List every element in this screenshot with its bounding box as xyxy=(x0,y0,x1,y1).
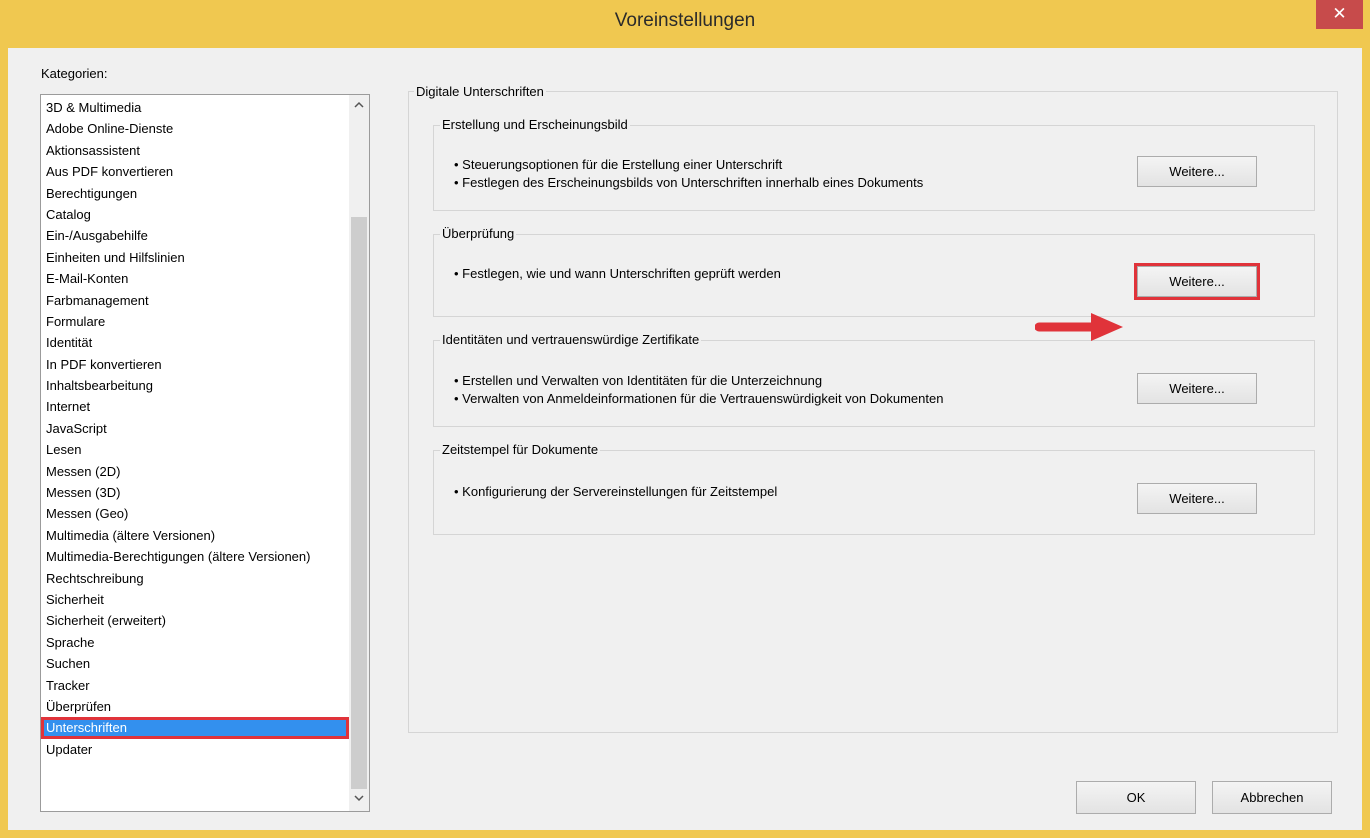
timestamps-more-button[interactable]: Weitere... xyxy=(1137,483,1257,514)
categories-items: 3D & Multimedia Adobe Online-Dienste Aktio… xyxy=(41,97,349,760)
category-item[interactable]: Multimedia (ältere Versionen) xyxy=(41,525,349,546)
category-item[interactable]: E-Mail-Konten xyxy=(41,268,349,289)
category-item[interactable]: Messen (Geo) xyxy=(41,503,349,524)
category-item[interactable]: Inhaltsbearbeitung xyxy=(41,375,349,396)
scrollbar-thumb[interactable] xyxy=(351,217,367,789)
category-item[interactable]: Suchen xyxy=(41,653,349,674)
chevron-down-icon[interactable] xyxy=(349,791,369,809)
category-item[interactable]: Einheiten und Hilfslinien xyxy=(41,247,349,268)
close-button[interactable]: ✕ xyxy=(1316,0,1363,29)
verification-more-button[interactable]: Weitere... xyxy=(1134,263,1260,300)
section-title: Überprüfung xyxy=(440,226,517,241)
section-timestamps: Zeitstempel für Dokumente • Konfigurieru… xyxy=(433,442,1315,535)
category-item[interactable]: Berechtigungen xyxy=(41,183,349,204)
section-verification: Überprüfung • Festlegen, wie und wann Un… xyxy=(433,226,1315,317)
preferences-dialog: Voreinstellungen ✕ Kategorien: 3D & Mult… xyxy=(0,0,1370,838)
category-item[interactable]: Sprache xyxy=(41,632,349,653)
category-item[interactable]: Formulare xyxy=(41,311,349,332)
title-bar[interactable]: Voreinstellungen ✕ xyxy=(0,0,1370,48)
category-item[interactable]: Ein-/Ausgabehilfe xyxy=(41,225,349,246)
categories-scrollbar[interactable] xyxy=(349,95,369,811)
category-item[interactable]: Sicherheit xyxy=(41,589,349,610)
dialog-client-area: Kategorien: 3D & Multimedia Adobe Online-… xyxy=(8,48,1362,830)
section-creation-appearance: Erstellung und Erscheinungsbild • Steuer… xyxy=(433,117,1315,211)
category-item[interactable]: Messen (2D) xyxy=(41,461,349,482)
category-item[interactable]: Farbmanagement xyxy=(41,290,349,311)
section-bullet: • Festlegen, wie und wann Unterschriften… xyxy=(454,266,781,281)
category-item[interactable]: Identität xyxy=(41,332,349,353)
dialog-title: Voreinstellungen xyxy=(614,10,756,31)
category-item[interactable]: In PDF konvertieren xyxy=(41,354,349,375)
section-bullet: • Festlegen des Erscheinungsbilds von Un… xyxy=(454,175,924,190)
category-item[interactable]: Updater xyxy=(41,739,349,760)
section-title: Identitäten und vertrauenswürdige Zertif… xyxy=(440,332,702,347)
category-item[interactable]: Aus PDF konvertieren xyxy=(41,161,349,182)
category-item[interactable]: Multimedia-Berechtigungen (ältere Versio… xyxy=(41,546,349,567)
category-item[interactable]: Tracker xyxy=(41,675,349,696)
digital-signatures-title: Digitale Unterschriften xyxy=(414,84,546,99)
category-item[interactable]: Aktionsassistent xyxy=(41,140,349,161)
categories-list[interactable]: 3D & Multimedia Adobe Online-Dienste Aktio… xyxy=(40,94,370,812)
category-item[interactable]: Lesen xyxy=(41,439,349,460)
category-item[interactable]: JavaScript xyxy=(41,418,349,439)
creation-more-button[interactable]: Weitere... xyxy=(1137,156,1257,187)
category-item[interactable]: Überprüfen xyxy=(41,696,349,717)
red-arrow-icon xyxy=(1035,313,1123,341)
cancel-button[interactable]: Abbrechen xyxy=(1212,781,1332,814)
category-item[interactable]: Internet xyxy=(41,396,349,417)
category-item[interactable]: Unterschriften xyxy=(41,717,349,739)
section-bullet: • Erstellen und Verwalten von Identitäte… xyxy=(454,373,823,388)
category-item[interactable]: Adobe Online-Dienste xyxy=(41,118,349,139)
category-item[interactable]: Messen (3D) xyxy=(41,482,349,503)
section-bullet: • Konfigurierung der Servereinstellungen… xyxy=(454,484,778,499)
category-item[interactable]: 3D & Multimedia xyxy=(41,97,349,118)
chevron-up-icon[interactable] xyxy=(349,97,369,115)
section-bullet: • Verwalten von Anmeldeinformationen für… xyxy=(454,391,944,406)
section-identities-certificates: Identitäten und vertrauenswürdige Zertif… xyxy=(433,332,1315,427)
category-item[interactable]: Catalog xyxy=(41,204,349,225)
section-title: Zeitstempel für Dokumente xyxy=(440,442,601,457)
categories-label: Kategorien: xyxy=(41,66,108,81)
category-item[interactable]: Rechtschreibung xyxy=(41,568,349,589)
ok-button[interactable]: OK xyxy=(1076,781,1196,814)
section-title: Erstellung und Erscheinungsbild xyxy=(440,117,630,132)
section-bullet: • Steuerungsoptionen für die Erstellung … xyxy=(454,157,783,172)
category-item[interactable]: Sicherheit (erweitert) xyxy=(41,610,349,631)
identities-more-button[interactable]: Weitere... xyxy=(1137,373,1257,404)
